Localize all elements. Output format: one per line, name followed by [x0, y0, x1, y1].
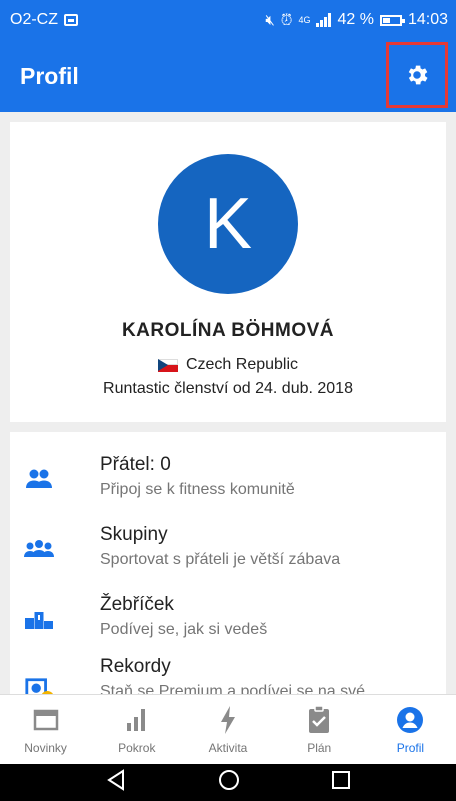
nav-label: Pokrok — [118, 741, 156, 755]
page-title: Profil — [20, 62, 79, 89]
battery-percent: 42 % — [337, 11, 374, 28]
alarm-icon: ⏰︎ — [280, 11, 293, 29]
lightning-icon — [213, 705, 243, 735]
nav-label: Novinky — [24, 741, 67, 755]
recents-icon[interactable] — [331, 770, 351, 795]
records-icon — [24, 676, 54, 694]
carrier-label: O2-CZ — [10, 11, 58, 28]
profile-name: KAROLÍNA BÖHMOVÁ — [121, 320, 335, 341]
groups-icon — [24, 534, 54, 564]
bottom-nav: Novinky Pokrok Aktivita Plán Profil — [0, 694, 456, 764]
nav-news[interactable]: Novinky — [0, 695, 91, 764]
network-type: 4G — [298, 15, 311, 25]
progress-chart-icon — [122, 705, 152, 735]
menu-item-groups[interactable]: Skupiny Sportovat s přáteli je větší záb… — [10, 524, 446, 594]
home-icon[interactable] — [218, 769, 240, 796]
mute-icon: 🔇︎ — [265, 11, 275, 29]
nav-progress[interactable]: Pokrok — [91, 695, 182, 764]
menu-item-title: Přátel: 0 — [100, 454, 171, 475]
member-since: Runtastic členství od 24. dub. 2018 — [103, 380, 353, 397]
friends-icon — [24, 464, 54, 494]
settings-button[interactable] — [386, 42, 448, 108]
menu-item-leaderboard[interactable]: Žebříček Podívej se, jak si vedeš — [10, 594, 446, 664]
czech-flag-icon — [157, 358, 178, 372]
nav-label: Profil — [396, 741, 425, 755]
menu-item-subtitle: Připoj se k fitness komunitě — [100, 481, 295, 498]
country-row: Czech Republic — [157, 356, 299, 374]
menu-item-title: Skupiny — [100, 524, 168, 545]
avatar[interactable]: K — [158, 154, 298, 294]
menu-item-records[interactable]: Rekordy Staň se Premium a podívej se na … — [10, 656, 446, 694]
profile-card: K KAROLÍNA BÖHMOVÁ Czech Republic Runtas… — [10, 122, 446, 422]
menu-item-title: Rekordy — [100, 656, 171, 677]
country-label: Czech Republic — [185, 356, 299, 373]
menu-item-friends[interactable]: Přátel: 0 Připoj se k fitness komunitě — [10, 454, 446, 524]
news-icon — [31, 705, 61, 735]
nav-label: Aktivita — [208, 741, 248, 755]
system-nav-bar — [0, 764, 456, 801]
signal-icon — [316, 13, 332, 27]
clock: 14:03 — [407, 11, 448, 28]
menu-item-subtitle: Podívej se, jak si vedeš — [100, 621, 268, 638]
profile-icon — [395, 705, 425, 735]
nav-activity[interactable]: Aktivita — [182, 695, 273, 764]
gear-icon — [408, 65, 428, 85]
profile-menu: Přátel: 0 Připoj se k fitness komunitě S… — [10, 432, 446, 694]
status-bar: O2-CZ 🔇︎ ⏰︎ 4G 42 % 14:03 — [0, 0, 456, 40]
nav-plan[interactable]: Plán — [274, 695, 365, 764]
nav-label: Plán — [307, 741, 332, 755]
menu-item-subtitle: Staň se Premium a podívej se na své — [100, 683, 366, 694]
back-icon[interactable] — [105, 769, 127, 796]
menu-item-title: Žebříček — [100, 594, 174, 615]
clipboard-check-icon — [304, 705, 334, 735]
podium-icon — [24, 604, 54, 634]
nav-profile[interactable]: Profil — [365, 695, 456, 764]
battery-icon — [379, 14, 405, 26]
app-bar: Profil — [0, 40, 456, 112]
menu-item-subtitle: Sportovat s přáteli je větší zábava — [100, 551, 341, 568]
image-notification-icon — [64, 14, 78, 26]
